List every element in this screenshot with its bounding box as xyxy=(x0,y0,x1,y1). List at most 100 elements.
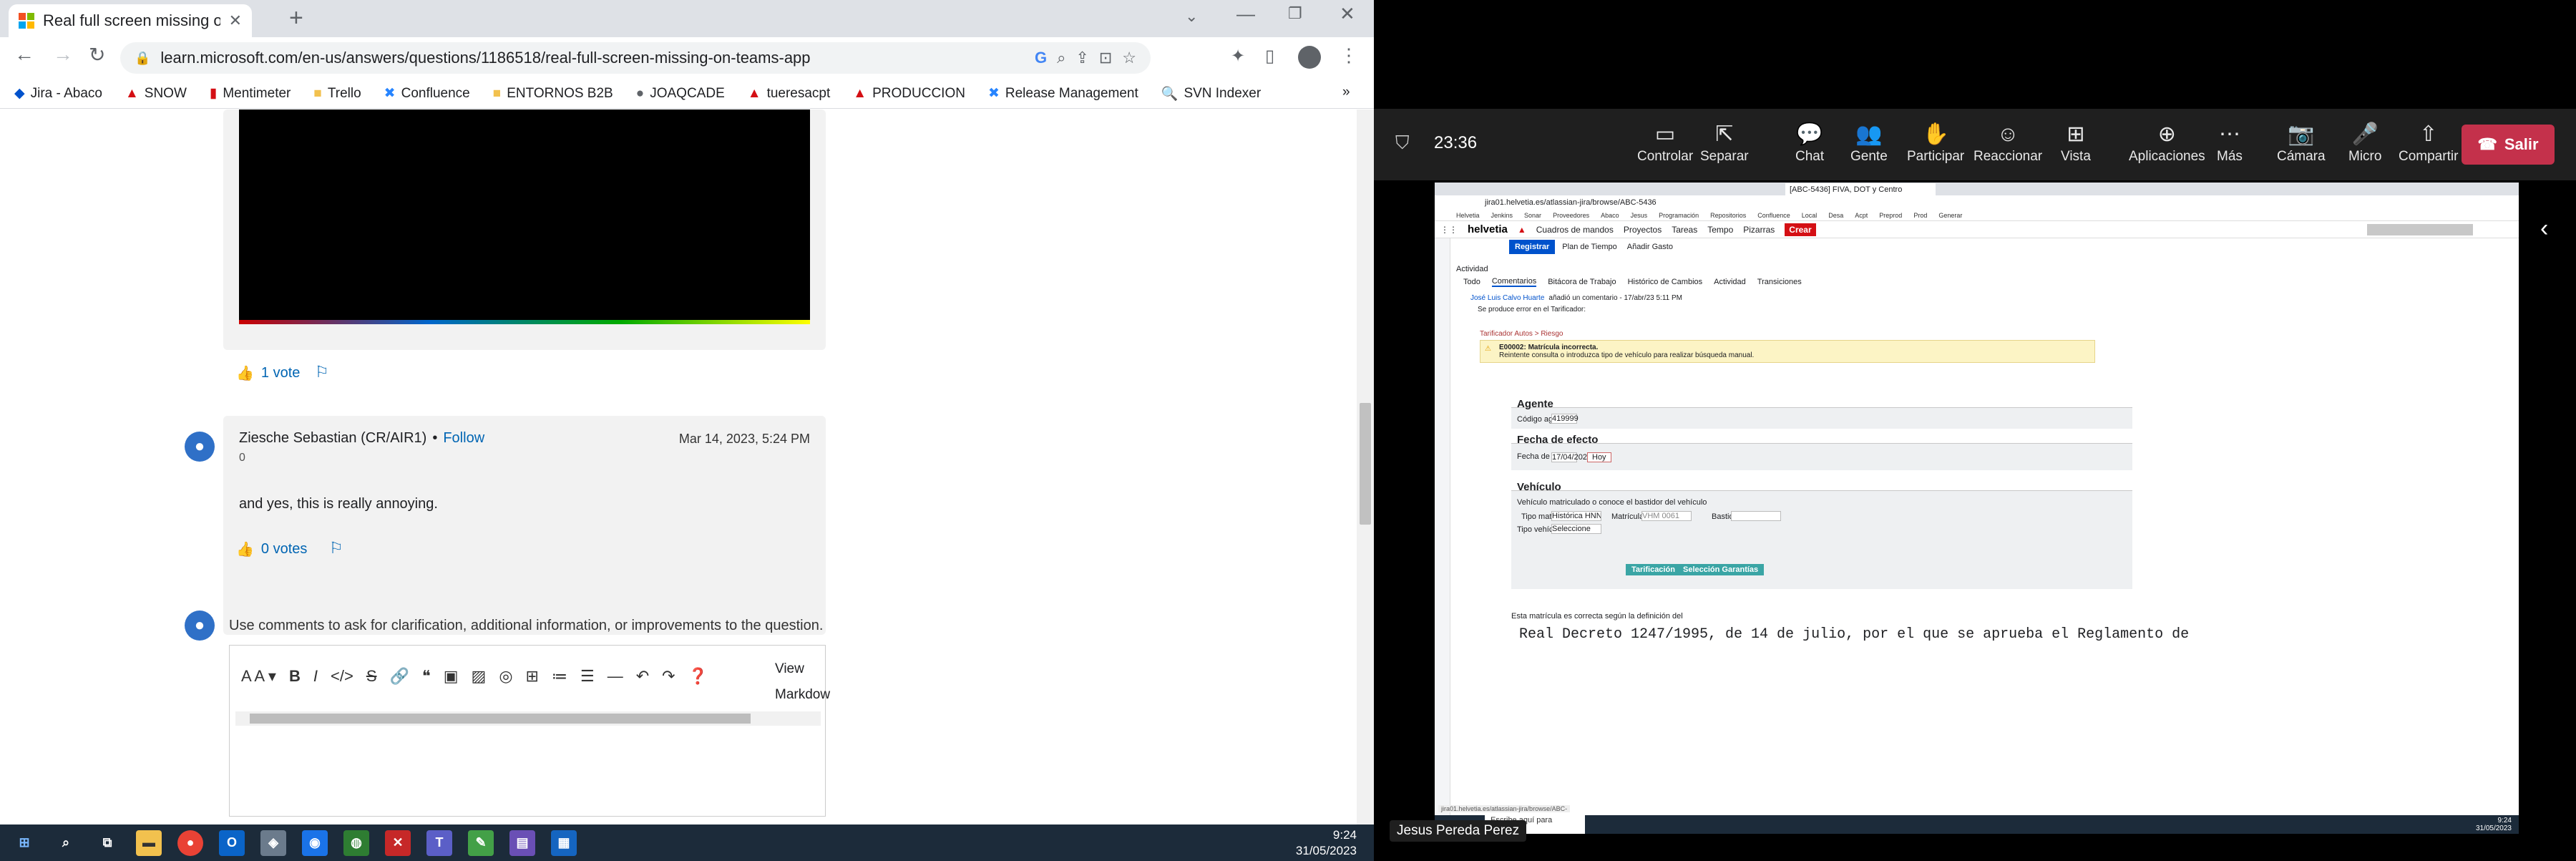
hoy-button[interactable]: Hoy xyxy=(1587,452,1611,462)
app-icon[interactable]: ✕ xyxy=(385,830,411,856)
app-icon[interactable]: ◈ xyxy=(260,830,286,856)
camera-button[interactable]: 📷 Cámara xyxy=(2277,120,2326,165)
zoom-icon[interactable]: ⌕ xyxy=(1057,49,1065,67)
people-button[interactable]: 👥 Gente xyxy=(1850,120,1888,165)
raise-hand-button[interactable]: ✋ Participar xyxy=(1907,120,1964,165)
bold-icon[interactable]: B xyxy=(289,667,301,686)
notepad-icon[interactable]: ✎ xyxy=(468,830,494,856)
upvote-button[interactable]: 👍 1 vote xyxy=(236,364,300,382)
more-button[interactable]: ⋯ Más xyxy=(2217,120,2243,165)
app-icon[interactable]: ▦ xyxy=(551,830,577,856)
code-block-icon[interactable]: ▣ xyxy=(444,667,459,686)
embed-icon[interactable]: ◎ xyxy=(499,667,512,686)
bookmark-item[interactable]: ✖ Confluence xyxy=(384,85,470,102)
mic-button[interactable]: 🎤 Micro xyxy=(2348,120,2381,165)
bookmark-star-icon[interactable]: ☆ xyxy=(1122,49,1136,67)
image-icon[interactable]: ▨ xyxy=(472,667,487,686)
table-icon[interactable]: ⊞ xyxy=(526,667,539,686)
text-size-icon[interactable]: A A ▾ xyxy=(241,667,276,686)
comment-editor[interactable]: A A ▾ B I </> S 🔗 ❝ ▣ ▨ ◎ ⊞ ≔ ☰ — ↶ ↷ ❓ … xyxy=(229,645,830,817)
extensions-icon[interactable]: ✦ xyxy=(1231,46,1245,67)
back-icon[interactable]: ← xyxy=(14,43,34,66)
react-button[interactable]: ☺ Reaccionar xyxy=(1974,120,2042,165)
codigo-agente-input[interactable]: 419999 xyxy=(1551,414,1579,424)
scroll-thumb[interactable] xyxy=(1360,403,1371,525)
bookmark-item[interactable]: ▲ tueresacpt xyxy=(748,86,831,102)
chevron-down-icon[interactable]: ⌄ xyxy=(1185,7,1198,26)
page-scrollbar[interactable] xyxy=(1357,110,1374,824)
share-icon[interactable]: ⇪ xyxy=(1075,49,1088,67)
bookmark-item[interactable]: ■ ENTORNOS B2B xyxy=(493,86,613,102)
create-button[interactable]: Crear xyxy=(1785,223,1816,236)
app-switcher-icon[interactable]: ⋮⋮ xyxy=(1440,225,1458,235)
bookmark-item[interactable]: ● JOAQCADE xyxy=(636,86,725,102)
bookmark-item[interactable]: 🔍 SVN Indexer xyxy=(1161,85,1261,102)
code-icon[interactable]: </> xyxy=(331,667,353,686)
more-bookmarks[interactable]: » xyxy=(1342,84,1350,100)
app-icon[interactable]: ▤ xyxy=(509,830,535,856)
undo-icon[interactable]: ↶ xyxy=(636,667,649,686)
jira-search-input[interactable] xyxy=(2367,224,2473,235)
apps-button[interactable]: ⊕ Aplicaciones xyxy=(2129,120,2205,165)
report-flag-icon[interactable]: ⚐ xyxy=(315,363,329,381)
tipo-vehiculo-select[interactable]: Seleccione xyxy=(1551,524,1601,534)
report-flag-icon[interactable]: ⚐ xyxy=(329,539,343,558)
windows-start-icon[interactable]: ⊞ xyxy=(11,830,37,856)
redo-icon[interactable]: ↷ xyxy=(662,667,675,686)
site-info-icon[interactable]: 🔒 xyxy=(135,51,150,66)
bookmark-item[interactable]: ▲ SNOW xyxy=(125,86,187,102)
follow-link[interactable]: Follow xyxy=(443,430,484,447)
system-clock[interactable]: 9:24 31/05/2023 xyxy=(1296,827,1357,859)
tipo-matricula-select[interactable]: Histórica HNNNNLLL/VHL xyxy=(1551,511,1601,521)
task-view-icon[interactable]: ⧉ xyxy=(94,830,120,856)
fecha-efecto-input[interactable]: 17/04/2023 xyxy=(1551,452,1591,462)
menu-icon[interactable]: ⋮ xyxy=(1340,44,1358,67)
view-toggle[interactable]: View xyxy=(775,661,804,677)
forward-icon[interactable]: → xyxy=(53,43,73,66)
editor-hscroll[interactable] xyxy=(235,711,821,726)
video-embed[interactable] xyxy=(239,110,810,324)
matricula-input[interactable]: VHM 0061 xyxy=(1641,511,1692,521)
upvote-button[interactable]: 👍 0 votes xyxy=(236,540,307,558)
numbered-list-icon[interactable]: ≔ xyxy=(552,667,567,686)
maps-icon[interactable]: ◉ xyxy=(302,830,328,856)
matriculado-checkbox[interactable]: Vehículo matriculado o conoce el bastido… xyxy=(1517,498,1707,507)
install-icon[interactable]: ⊡ xyxy=(1099,49,1112,67)
chrome-icon[interactable]: ● xyxy=(177,830,203,856)
activity-heading[interactable]: Actividad xyxy=(1456,265,1488,273)
seleccion-garantias-button[interactable]: Selección Garantías xyxy=(1677,564,1765,575)
popout-button[interactable]: ⇱ Separar xyxy=(1700,120,1749,165)
comment-author[interactable]: Ziesche Sebastian (CR/AIR1) xyxy=(239,430,426,447)
profile-avatar[interactable] xyxy=(1298,46,1321,69)
reload-icon[interactable]: ↻ xyxy=(89,43,105,67)
bookmark-item[interactable]: ■ Trello xyxy=(313,86,361,102)
share-button[interactable]: ⇧ Compartir xyxy=(2399,120,2458,165)
quote-icon[interactable]: ❝ xyxy=(422,667,431,686)
close-window-icon[interactable]: ✕ xyxy=(1340,3,1355,25)
browser-tab[interactable]: Real full screen missing on Teams ✕ xyxy=(9,4,252,37)
bastidor-input[interactable] xyxy=(1731,511,1781,521)
help-icon[interactable]: ❓ xyxy=(688,667,708,686)
italic-icon[interactable]: I xyxy=(313,667,318,686)
leave-button[interactable]: ☎ Salir xyxy=(2462,125,2555,165)
google-icon[interactable]: G xyxy=(1035,49,1047,67)
view-button[interactable]: ⊞ Vista xyxy=(2061,120,2091,165)
strikethrough-icon[interactable]: S xyxy=(366,667,377,686)
outlook-icon[interactable]: O xyxy=(219,830,245,856)
app-icon[interactable]: ◍ xyxy=(343,830,369,856)
minimize-icon[interactable]: — xyxy=(1236,3,1255,25)
video-progress[interactable] xyxy=(239,320,810,324)
search-icon[interactable]: ⌕ xyxy=(53,830,79,856)
chat-button[interactable]: 💬 Chat xyxy=(1795,120,1824,165)
horizontal-rule-icon[interactable]: — xyxy=(608,667,623,686)
markdown-toggle[interactable]: Markdow xyxy=(775,687,830,703)
user-avatar[interactable]: ● xyxy=(185,432,215,462)
helvetia-logo[interactable]: helvetia xyxy=(1468,223,1508,235)
address-bar[interactable]: 🔒 learn.microsoft.com/en-us/answers/ques… xyxy=(120,42,1151,74)
chevron-left-icon[interactable]: ‹ xyxy=(2540,215,2548,243)
teams-icon[interactable]: T xyxy=(426,830,452,856)
bookmark-item[interactable]: ✖ Release Management xyxy=(988,85,1138,102)
file-explorer-icon[interactable]: ▬ xyxy=(136,830,162,856)
control-button[interactable]: ▭ Controlar xyxy=(1637,120,1693,165)
bullet-list-icon[interactable]: ☰ xyxy=(580,667,595,686)
